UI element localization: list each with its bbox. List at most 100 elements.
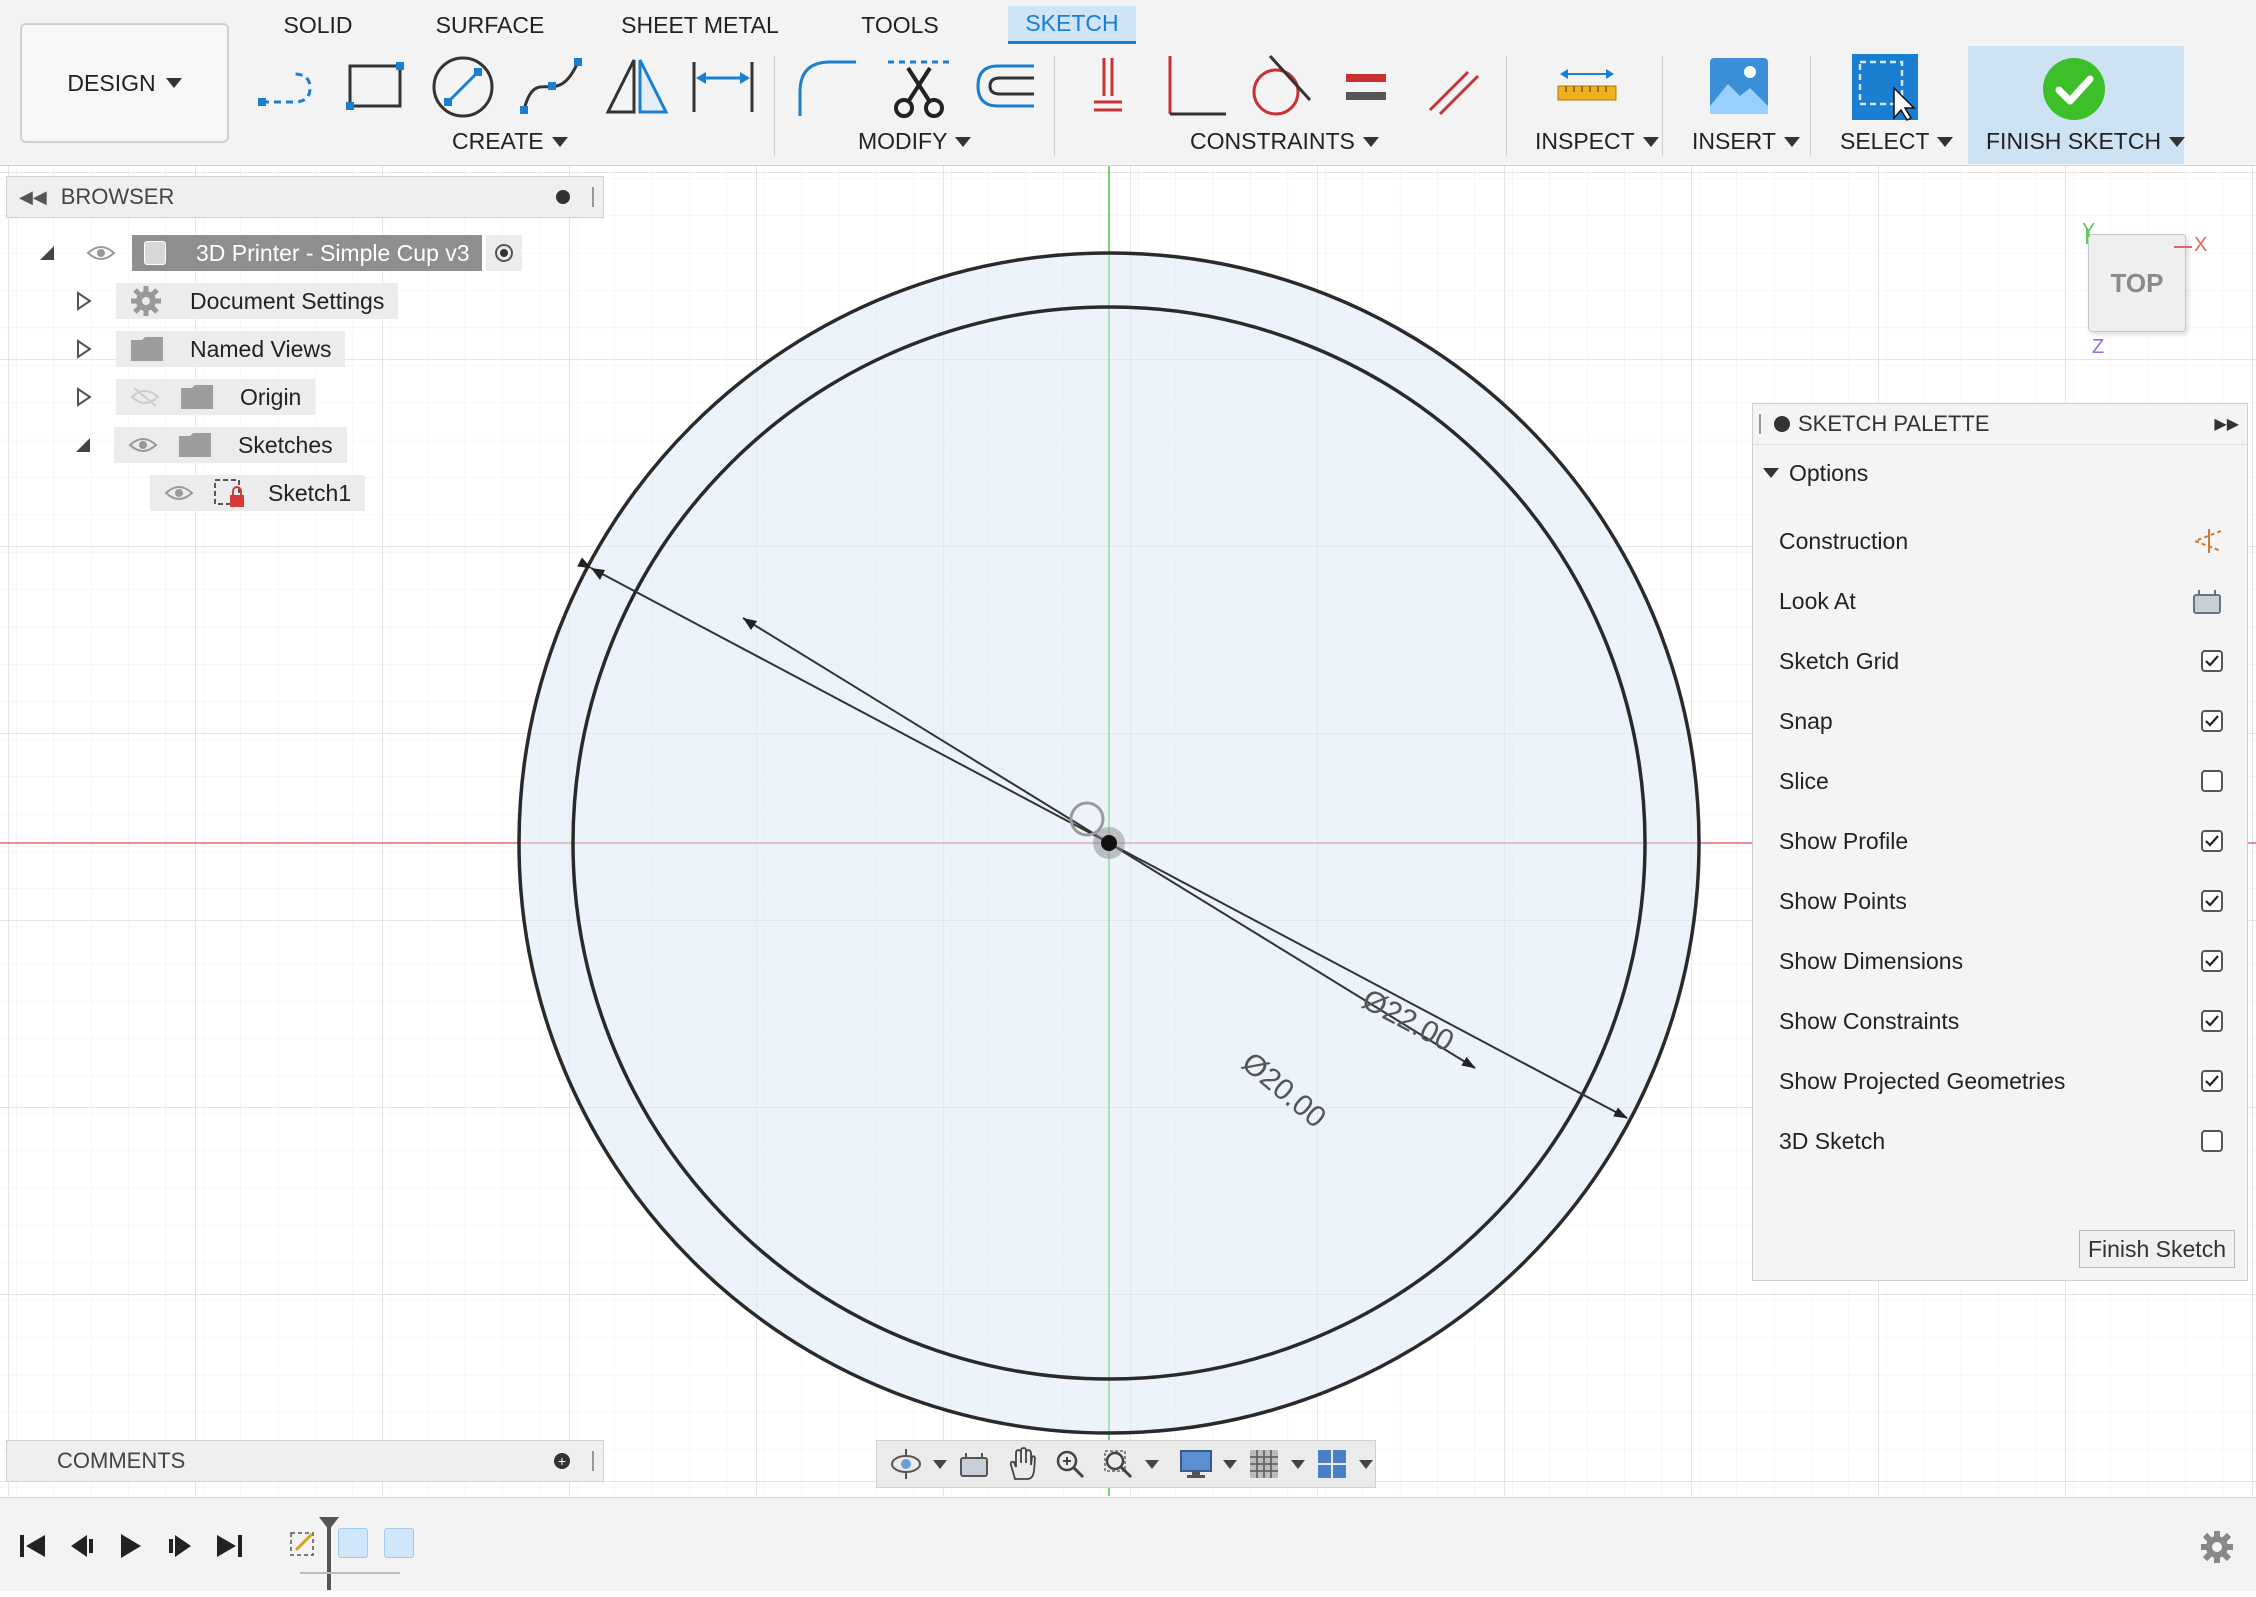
option-checkbox[interactable] [2201, 770, 2223, 792]
option-show-dimensions[interactable]: Show Dimensions [1779, 931, 2223, 991]
sketches-row[interactable]: Sketches [114, 427, 347, 463]
insert-menu[interactable]: INSERT [1692, 128, 1800, 155]
select-menu[interactable]: SELECT [1840, 128, 1954, 155]
timeline-sketch-feature-icon[interactable] [288, 1528, 318, 1560]
browser-header[interactable]: ◀◀ BROWSER [6, 176, 604, 218]
timeline-body-feature-icon[interactable] [338, 1528, 368, 1558]
tab-sheet-metal[interactable]: SHEET METAL [617, 6, 783, 44]
tab-solid[interactable]: SOLID [270, 6, 366, 44]
panel-grip-icon[interactable] [1759, 414, 1764, 434]
spline-tool-icon[interactable] [516, 52, 586, 122]
options-section-header[interactable]: Options [1763, 448, 1868, 498]
fillet-tool-icon[interactable] [794, 52, 864, 122]
eye-hidden-icon[interactable] [130, 386, 160, 408]
chevron-down-icon[interactable] [1223, 1459, 1237, 1469]
chevron-down-icon[interactable] [1291, 1459, 1305, 1469]
construction-icon[interactable] [2191, 527, 2223, 555]
tab-sketch[interactable]: SKETCH [1008, 6, 1136, 44]
insert-image-icon[interactable] [1704, 52, 1774, 122]
browser-root-item[interactable]: 3D Printer - Simple Cup v3 [40, 235, 522, 271]
expand-panel-icon[interactable]: ▶▶ [2214, 414, 2239, 434]
root-component[interactable]: 3D Printer - Simple Cup v3 [132, 235, 482, 271]
timeline-settings-gear-icon[interactable] [2200, 1530, 2234, 1564]
panel-grip-icon[interactable] [592, 1451, 597, 1471]
eye-icon[interactable] [128, 436, 158, 454]
collapse-panel-icon[interactable]: ◀◀ [19, 187, 47, 208]
rectangle-tool-icon[interactable] [340, 52, 410, 122]
option-checkbox[interactable] [2201, 1130, 2223, 1152]
circle-tool-icon[interactable] [428, 52, 498, 122]
measure-tool-icon[interactable] [1552, 52, 1622, 122]
eye-icon[interactable] [164, 484, 194, 502]
line-tool-icon[interactable] [254, 52, 324, 122]
equal-constraint-icon[interactable] [1332, 52, 1402, 122]
workspace-dropdown[interactable]: DESIGN [20, 23, 229, 143]
palette-options-icon[interactable] [1774, 416, 1790, 432]
collapsed-triangle-icon[interactable] [76, 291, 92, 311]
orbit-icon[interactable] [885, 1444, 927, 1484]
browser-options-icon[interactable] [556, 190, 570, 204]
display-settings-icon[interactable] [1175, 1444, 1217, 1484]
chevron-down-icon[interactable] [933, 1459, 947, 1469]
option-checkbox[interactable] [2201, 1010, 2223, 1032]
step-forward-icon[interactable] [162, 1528, 198, 1564]
option-checkbox[interactable] [2201, 830, 2223, 852]
constraints-menu[interactable]: CONSTRAINTS [1190, 128, 1379, 155]
coincident-constraint-icon[interactable] [1074, 52, 1144, 122]
tab-tools[interactable]: TOOLS [850, 6, 950, 44]
option-checkbox[interactable] [2201, 650, 2223, 672]
comments-header[interactable]: COMMENTS + [6, 1440, 604, 1482]
option-show-projected-geometries[interactable]: Show Projected Geometries [1779, 1051, 2223, 1111]
chevron-down-icon[interactable] [1359, 1459, 1373, 1469]
sketch-palette-header[interactable]: SKETCH PALETTE ▶▶ [1753, 404, 2247, 445]
play-icon[interactable] [112, 1528, 148, 1564]
option-slice[interactable]: Slice [1779, 751, 2223, 811]
perpendicular-constraint-icon[interactable] [1160, 52, 1230, 122]
option-checkbox[interactable] [2201, 950, 2223, 972]
named-views-row[interactable]: Named Views [116, 331, 346, 367]
dimension-tool-icon[interactable] [688, 52, 758, 122]
expanded-triangle-icon[interactable] [76, 438, 90, 452]
sketch1-row[interactable]: Sketch1 [150, 475, 366, 511]
tab-surface[interactable]: SURFACE [430, 6, 550, 44]
trim-tool-icon[interactable] [884, 52, 954, 122]
browser-item-origin[interactable]: Origin [76, 379, 316, 415]
option-3d-sketch[interactable]: 3D Sketch [1779, 1111, 2223, 1171]
go-to-start-icon[interactable] [14, 1528, 50, 1564]
option-checkbox[interactable] [2201, 710, 2223, 732]
option-checkbox[interactable] [2201, 890, 2223, 912]
option-show-profile[interactable]: Show Profile [1779, 811, 2223, 871]
pan-hand-icon[interactable] [1001, 1444, 1043, 1484]
panel-grip-icon[interactable] [592, 187, 597, 207]
option-sketch-grid[interactable]: Sketch Grid [1779, 631, 2223, 691]
create-menu[interactable]: CREATE [452, 128, 568, 155]
zoom-icon[interactable] [1049, 1444, 1091, 1484]
browser-item-sketches[interactable]: Sketches [76, 427, 347, 463]
center-point[interactable] [1101, 835, 1117, 851]
timeline-body-feature-icon[interactable] [384, 1528, 414, 1558]
tangent-constraint-icon[interactable] [1246, 52, 1316, 122]
finish-sketch-button[interactable]: FINISH SKETCH [1968, 46, 2186, 164]
grid-settings-icon[interactable] [1243, 1444, 1285, 1484]
viewcube[interactable]: TOP Y X Z [2082, 220, 2207, 360]
select-tool-icon[interactable] [1850, 52, 1920, 122]
parallel-constraint-icon[interactable] [1418, 52, 1488, 122]
option-show-points[interactable]: Show Points [1779, 871, 2223, 931]
chevron-down-icon[interactable] [1145, 1459, 1159, 1469]
inspect-menu[interactable]: INSPECT [1535, 128, 1659, 155]
timeline-marker[interactable] [318, 1516, 340, 1592]
expanded-triangle-icon[interactable] [40, 246, 54, 260]
eye-icon[interactable] [86, 244, 116, 262]
go-to-end-icon[interactable] [212, 1528, 248, 1564]
finish-sketch-small-button[interactable]: Finish Sketch [2078, 1230, 2235, 1268]
zoom-window-icon[interactable] [1097, 1444, 1139, 1484]
look-at-icon[interactable] [953, 1444, 995, 1484]
option-construction[interactable]: Construction [1779, 511, 2223, 571]
browser-item-named-views[interactable]: Named Views [76, 331, 346, 367]
collapsed-triangle-icon[interactable] [76, 339, 92, 359]
viewports-icon[interactable] [1311, 1444, 1353, 1484]
mirror-tool-icon[interactable] [602, 52, 672, 122]
look-at-icon[interactable] [2191, 587, 2223, 615]
option-checkbox[interactable] [2201, 1070, 2223, 1092]
activate-radio-icon[interactable] [485, 235, 522, 271]
